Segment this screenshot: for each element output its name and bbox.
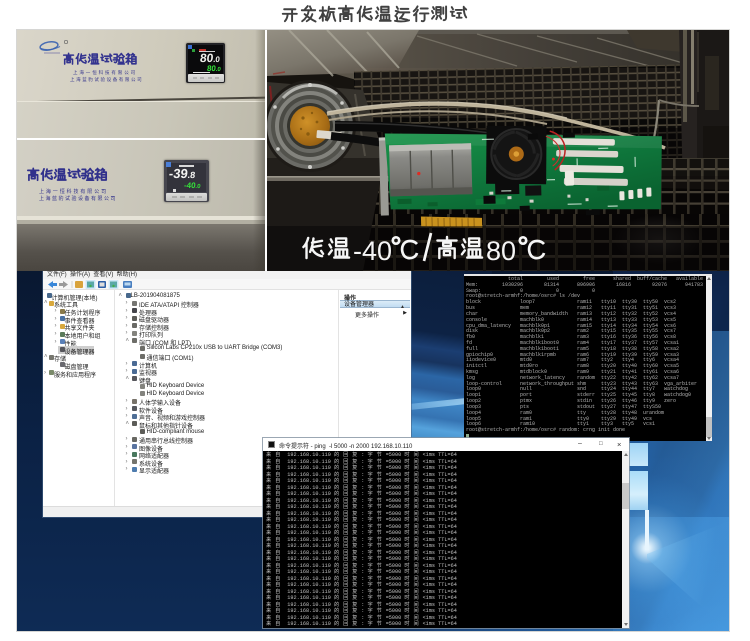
svg-text:-40: -40 [353, 236, 392, 266]
svg-text:80: 80 [486, 236, 516, 266]
